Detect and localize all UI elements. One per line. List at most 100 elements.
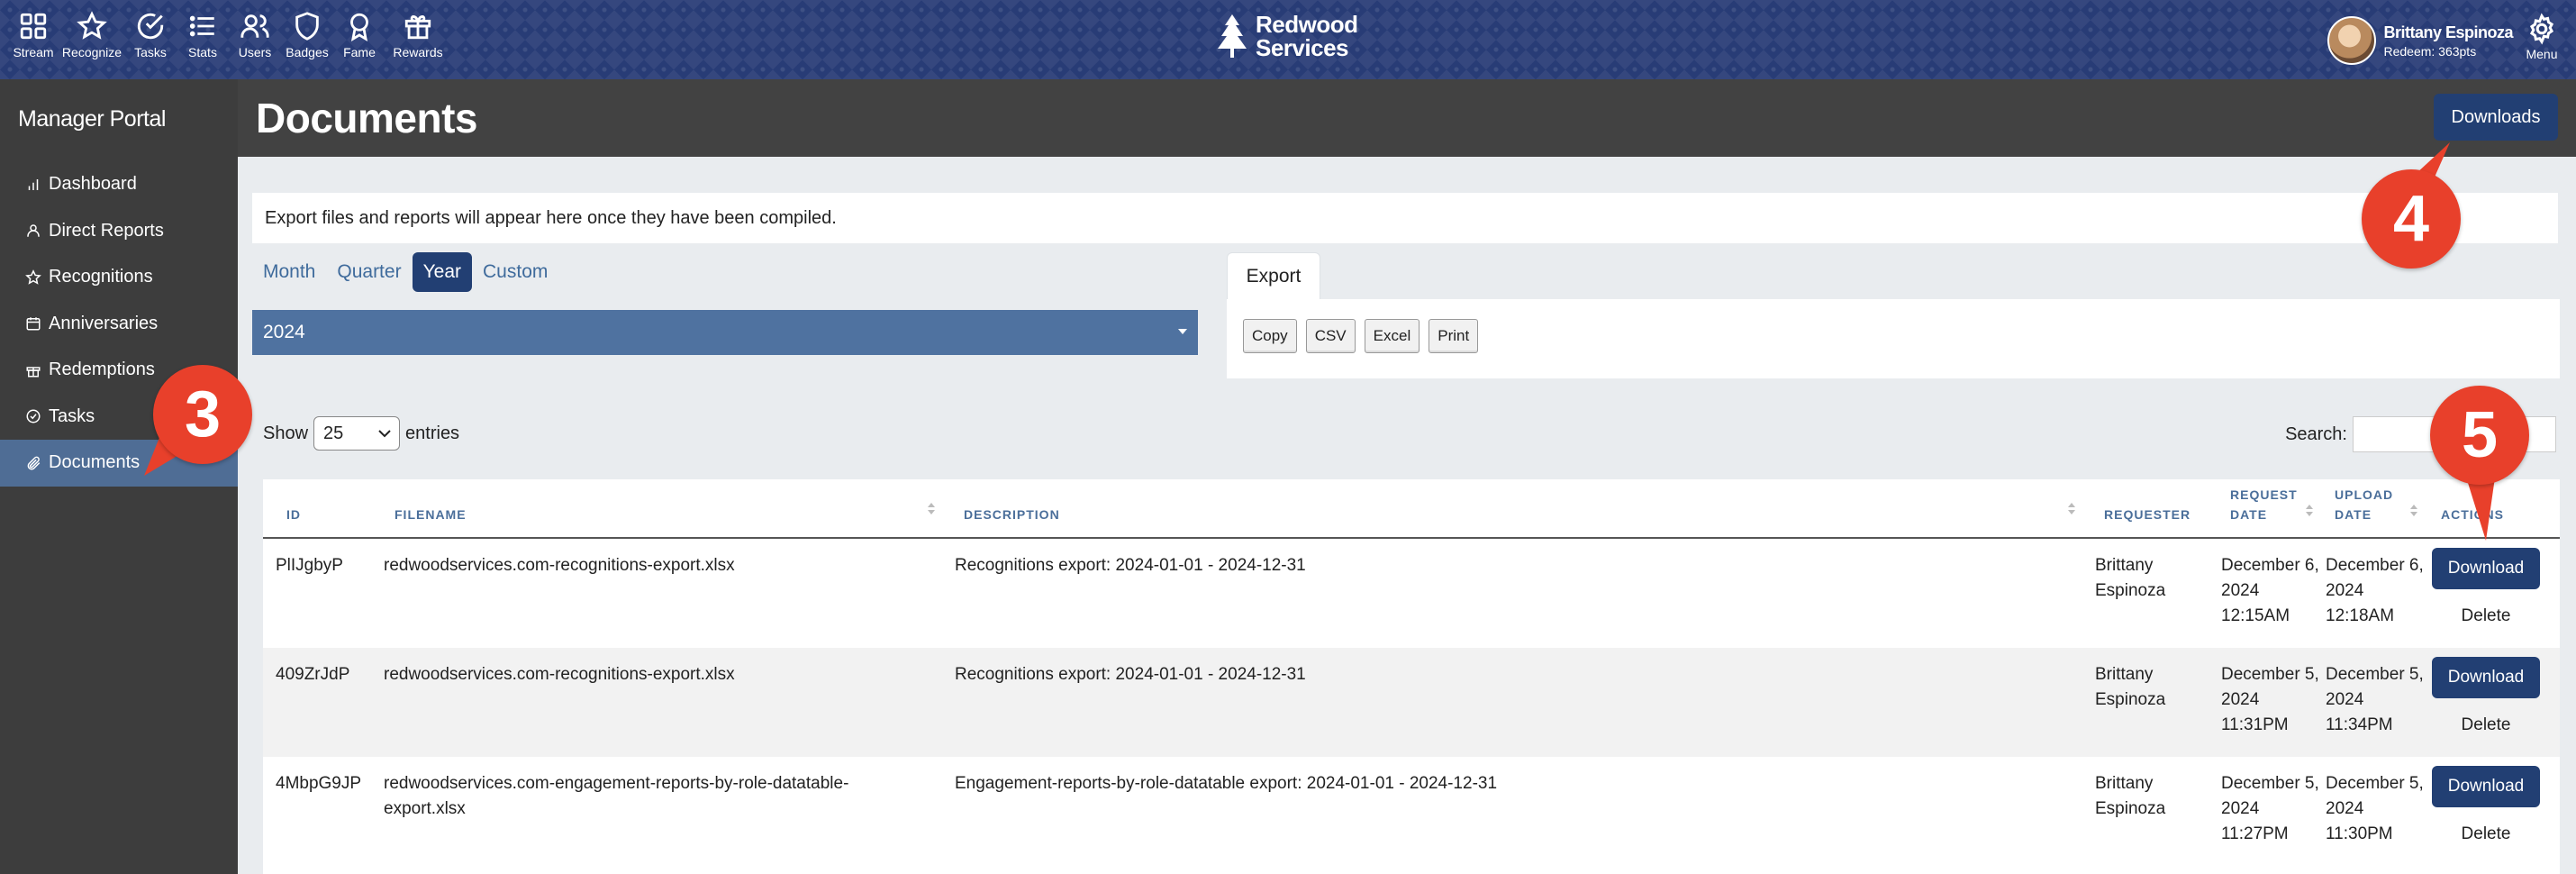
nav-label: Stats (188, 45, 217, 59)
portal-title: Manager Portal (18, 106, 166, 132)
user-icon (27, 224, 40, 237)
entries-select[interactable]: 25 (313, 416, 401, 451)
tab-custom[interactable]: Custom (472, 252, 558, 292)
csv-button[interactable]: CSV (1305, 319, 1356, 353)
user-points: Redeem: 363pts (2383, 43, 2477, 59)
tree-icon (1218, 14, 1247, 58)
brand-line-2: Services (1256, 34, 1348, 61)
download-button[interactable]: Download (2432, 548, 2540, 589)
sidebar-item-anniversaries[interactable]: Anniversaries (0, 301, 238, 348)
show-label: Show (263, 423, 309, 443)
print-button[interactable]: Print (1429, 319, 1479, 353)
cell-upload-date: December 5, 2024 11:30PM (2326, 774, 2424, 843)
export-panel: Export Copy CSV Excel Print (1227, 252, 2560, 378)
delete-button[interactable]: Delete (2432, 602, 2540, 631)
nav-stats[interactable]: Stats (177, 11, 229, 59)
callout-5: 5 (2430, 386, 2529, 485)
sort-icon[interactable] (2068, 503, 2075, 517)
award-icon (350, 13, 368, 41)
cell-requester: Brittany Espinoza (2095, 774, 2166, 818)
menu-label: Menu (2526, 47, 2558, 61)
nav-stream[interactable]: Stream (7, 11, 59, 59)
column-header-id[interactable]: ID (286, 505, 301, 524)
tab-quarter[interactable]: Quarter (326, 252, 412, 292)
cell-request-date: December 5, 2024 11:27PM (2221, 774, 2319, 843)
column-header-upload-date[interactable]: UPLOAD DATE (2335, 485, 2407, 524)
sidebar-item-direct-reports[interactable]: Direct Reports (0, 208, 238, 255)
nav-users[interactable]: Users (229, 11, 281, 59)
column-header-requester[interactable]: REQUESTER (2104, 505, 2191, 524)
year-select[interactable]: 2024 (252, 310, 1198, 355)
copy-button[interactable]: Copy (1243, 319, 1297, 353)
brand-line-1: Redwood (1256, 11, 1358, 38)
paperclip-icon (27, 456, 41, 470)
cell-requester: Brittany Espinoza (2095, 665, 2166, 709)
sidebar-item-label: Recognitions (49, 267, 153, 287)
nav-badges[interactable]: Badges (281, 11, 333, 59)
tab-month[interactable]: Month (252, 252, 326, 292)
sort-icon[interactable] (2306, 505, 2313, 519)
export-body: Copy CSV Excel Print (1227, 299, 2560, 378)
cell-upload-date: December 5, 2024 11:34PM (2326, 665, 2424, 734)
nav-tasks[interactable]: Tasks (124, 11, 177, 59)
column-header-filename[interactable]: FILENAME (395, 505, 467, 524)
delete-button[interactable]: Delete (2432, 820, 2540, 849)
star-icon (77, 11, 107, 40)
nav-rewards[interactable]: Rewards (385, 11, 450, 59)
export-buttons: Copy CSV Excel Print (1243, 319, 1479, 353)
nav-label: Badges (286, 45, 329, 59)
gift-icon (26, 367, 41, 378)
cell-filename: redwoodservices.com-recognitions-export.… (384, 665, 735, 684)
table-row: 409ZrJdP redwoodservices.com-recognition… (263, 648, 2560, 757)
gear-icon (2529, 13, 2554, 45)
sidebar-item-dashboard[interactable]: Dashboard (0, 161, 238, 208)
top-nav-items: Stream Recognize Tasks Stats Users Badge… (7, 11, 450, 59)
sidebar-item-label: Direct Reports (49, 220, 164, 241)
excel-button[interactable]: Excel (1364, 319, 1420, 353)
sort-icon[interactable] (928, 503, 935, 517)
user-info: Brittany Espinoza Redeem: 363pts (2383, 23, 2513, 59)
downloads-button[interactable]: Downloads (2434, 94, 2558, 141)
nav-label: Rewards (393, 45, 443, 59)
bar-chart-icon (28, 178, 39, 190)
callout-4: 4 (2362, 169, 2461, 269)
top-navigation-bar: Stream Recognize Tasks Stats Users Badge… (0, 0, 2576, 79)
grid-icon (20, 13, 47, 40)
user-profile[interactable]: Brittany Espinoza Redeem: 363pts (2327, 16, 2513, 65)
tab-year[interactable]: Year (412, 252, 473, 292)
cell-request-date: December 6, 2024 12:15AM (2221, 556, 2319, 625)
nav-label: Stream (13, 45, 54, 59)
show-entries: Show 25 entries (263, 416, 459, 451)
sidebar-item-label: Dashboard (49, 174, 137, 195)
column-header-request-date[interactable]: REQUEST DATE (2230, 485, 2302, 524)
shield-icon (295, 12, 319, 41)
star-icon (25, 269, 41, 285)
sort-icon[interactable] (2410, 505, 2417, 519)
column-header-description[interactable]: DESCRIPTION (964, 505, 1060, 524)
delete-button[interactable]: Delete (2432, 711, 2540, 740)
cell-description: Recognitions export: 2024-01-01 - 2024-1… (955, 556, 1306, 575)
download-button[interactable]: Download (2432, 766, 2540, 807)
cell-request-date: December 5, 2024 11:31PM (2221, 665, 2319, 734)
callout-3: 3 (153, 365, 252, 464)
avatar[interactable] (2327, 16, 2377, 65)
entries-value: 25 (323, 423, 344, 443)
calendar-icon (26, 317, 41, 331)
search-label: Search: (2285, 423, 2347, 444)
documents-table: ID FILENAME DESCRIPTION REQUESTER REQUES… (263, 479, 2560, 874)
cell-id: 409ZrJdP (276, 665, 350, 684)
cell-description: Recognitions export: 2024-01-01 - 2024-1… (955, 665, 1306, 684)
sidebar-item-label: Tasks (49, 405, 95, 426)
nav-fame[interactable]: Fame (333, 11, 385, 59)
table-header: ID FILENAME DESCRIPTION REQUESTER REQUES… (263, 479, 2560, 539)
entries-label: entries (405, 423, 460, 443)
menu-button[interactable]: Menu (2526, 13, 2558, 61)
tab-export[interactable]: Export (1227, 252, 1320, 299)
page-header: Documents Downloads (238, 79, 2576, 157)
nav-label: Users (238, 45, 272, 59)
sidebar-item-recognitions[interactable]: Recognitions (0, 254, 238, 301)
brand-logo[interactable]: Redwood Services (1214, 13, 1358, 59)
download-button[interactable]: Download (2432, 657, 2540, 698)
check-circle-icon (26, 409, 41, 423)
nav-recognize[interactable]: Recognize (59, 11, 124, 59)
